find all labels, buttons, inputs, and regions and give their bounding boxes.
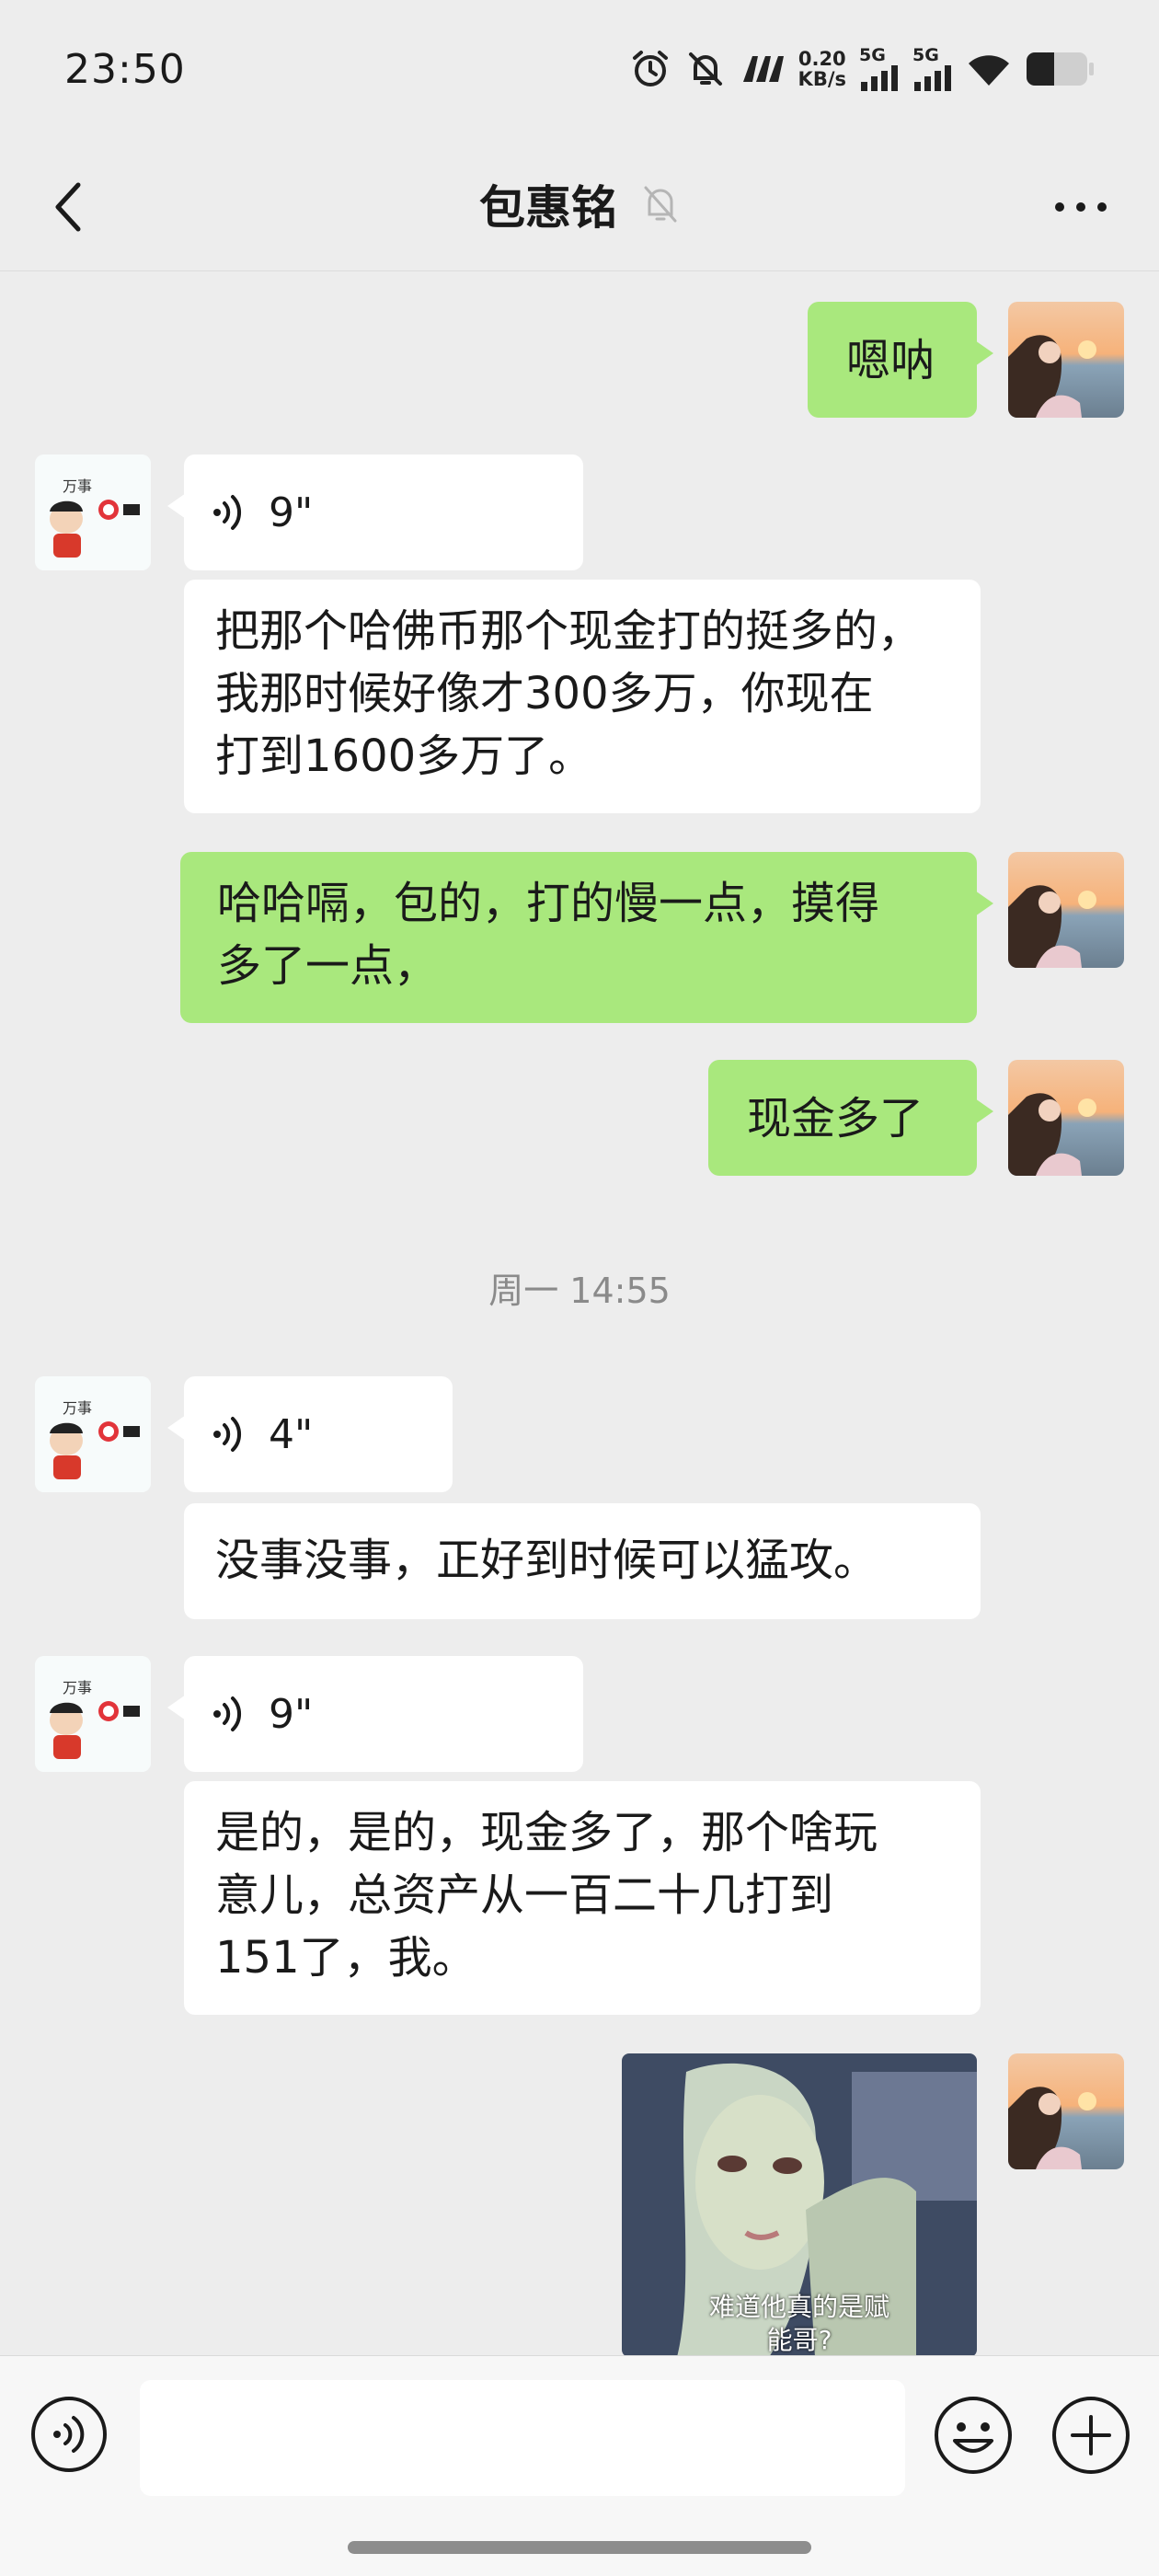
- voice-wave-icon: [213, 495, 242, 530]
- status-time: 23:50: [64, 45, 186, 93]
- voice-message[interactable]: 9": [167, 1656, 583, 1772]
- chat-header: 包惠铭: [0, 138, 1159, 271]
- video-thumbnail[interactable]: 难道他真的是赋 能哥?: [622, 2053, 977, 2355]
- back-button[interactable]: [37, 175, 101, 239]
- message-line: 151了，我。: [215, 1932, 476, 1984]
- net-speed-value: 0.20: [798, 48, 846, 70]
- battery-icon: [1025, 50, 1095, 88]
- message-text: 现金多了: [747, 1093, 924, 1144]
- voice-message[interactable]: 4": [167, 1376, 453, 1492]
- voice-duration: 9": [269, 1690, 314, 1738]
- emoji-button[interactable]: [933, 2395, 1014, 2476]
- caption-line: 难道他真的是赋: [708, 2292, 889, 2322]
- svg-text:万事: 万事: [63, 477, 92, 495]
- signal-2: 5G: [912, 47, 953, 91]
- svg-text:万事: 万事: [63, 1679, 92, 1696]
- self-avatar[interactable]: [1008, 1060, 1124, 1176]
- status-bar: 23:50 0.20 KB/s 5G 5G: [0, 0, 1159, 138]
- contact-avatar[interactable]: 万事: [35, 454, 151, 570]
- chat-timestamp: 周一 14:55: [488, 1271, 671, 1311]
- more-button[interactable]: [1039, 175, 1122, 239]
- voice-transcription[interactable]: 把那个哈佛币那个现金打的挺多的， 我那时候好像才300多万，你现在 打到1600…: [184, 580, 981, 813]
- contact-avatar[interactable]: 万事: [35, 1656, 151, 1772]
- self-avatar[interactable]: [1008, 852, 1124, 968]
- voice-mode-button[interactable]: [29, 2395, 109, 2474]
- chat-area[interactable]: 嗯呐 万事 9" 把那个哈佛币那个现金打的挺多的， 我那时候好像才300多万，你…: [0, 272, 1159, 2355]
- status-icons: 0.20 KB/s 5G 5G: [629, 47, 1095, 91]
- message-bubble-self[interactable]: 现金多了: [708, 1060, 993, 1176]
- signal-1-label: 5G: [859, 45, 886, 65]
- message-bubble-self[interactable]: 嗯呐: [808, 302, 993, 418]
- contact-avatar[interactable]: 万事: [35, 1376, 151, 1492]
- message-line: 意儿，总资产从一百二十几打到: [215, 1869, 834, 1921]
- emoji-icon: [935, 2397, 1012, 2474]
- caption-line: 能哥?: [766, 2325, 832, 2355]
- chat-title: 包惠铭: [479, 181, 617, 235]
- message-text: 没事没事，正好到时候可以猛攻。: [215, 1535, 878, 1586]
- voice-transcription[interactable]: 是的，是的，现金多了，那个啥玩 意儿，总资产从一百二十几打到 151了，我。: [184, 1781, 981, 2015]
- net-speed: 0.20 KB/s: [798, 49, 846, 89]
- signal-icon: [914, 65, 951, 91]
- voice-mode-icon: [31, 2397, 107, 2472]
- wifi-icon: [966, 51, 1012, 87]
- voice-wave-icon: [213, 1696, 242, 1731]
- message-line: 把那个哈佛币那个现金打的挺多的，: [215, 605, 923, 657]
- more-features-button[interactable]: [1050, 2395, 1131, 2476]
- plus-icon: [1052, 2397, 1130, 2474]
- self-avatar[interactable]: [1008, 2053, 1124, 2169]
- voice-wave-icon: [213, 1417, 242, 1452]
- message-line: 哈哈嗝，包的，打的慢一点，摸得: [217, 878, 880, 929]
- message-line: 是的，是的，现金多了，那个啥玩: [215, 1807, 878, 1858]
- back-arrow-icon: [55, 182, 81, 232]
- self-avatar-photo: [1008, 302, 1124, 418]
- message-line: 多了一点，: [217, 940, 439, 992]
- message-bubble-self[interactable]: 哈哈嗝，包的，打的慢一点，摸得 多了一点，: [180, 852, 993, 1023]
- video-caption: 难道他真的是赋 能哥?: [622, 2291, 977, 2355]
- bell-off-icon: [644, 186, 677, 223]
- signal-1: 5G: [859, 47, 900, 91]
- svg-text:万事: 万事: [63, 1399, 92, 1417]
- alarm-icon: [629, 48, 671, 90]
- nfc-icon: [740, 52, 786, 86]
- contact-avatar-cartoon: 万事: [35, 454, 151, 570]
- header-title-group: 包惠铭: [479, 171, 680, 237]
- signal-icon: [861, 65, 898, 91]
- voice-duration: 9": [269, 489, 314, 536]
- voice-duration: 4": [269, 1410, 314, 1458]
- home-indicator[interactable]: [348, 2541, 811, 2554]
- message-line: 打到1600多万了。: [215, 730, 593, 782]
- net-speed-unit: KB/s: [798, 68, 846, 90]
- message-input[interactable]: [140, 2380, 905, 2496]
- signal-2-label: 5G: [912, 45, 939, 65]
- message-line: 我那时候好像才300多万，你现在: [215, 668, 874, 719]
- more-icon: [1055, 202, 1107, 212]
- voice-transcription[interactable]: 没事没事，正好到时候可以猛攻。: [184, 1503, 981, 1619]
- mute-icon: [684, 48, 727, 90]
- message-text: 嗯呐: [846, 335, 935, 386]
- voice-message[interactable]: 9": [167, 454, 583, 570]
- self-avatar[interactable]: [1008, 302, 1124, 418]
